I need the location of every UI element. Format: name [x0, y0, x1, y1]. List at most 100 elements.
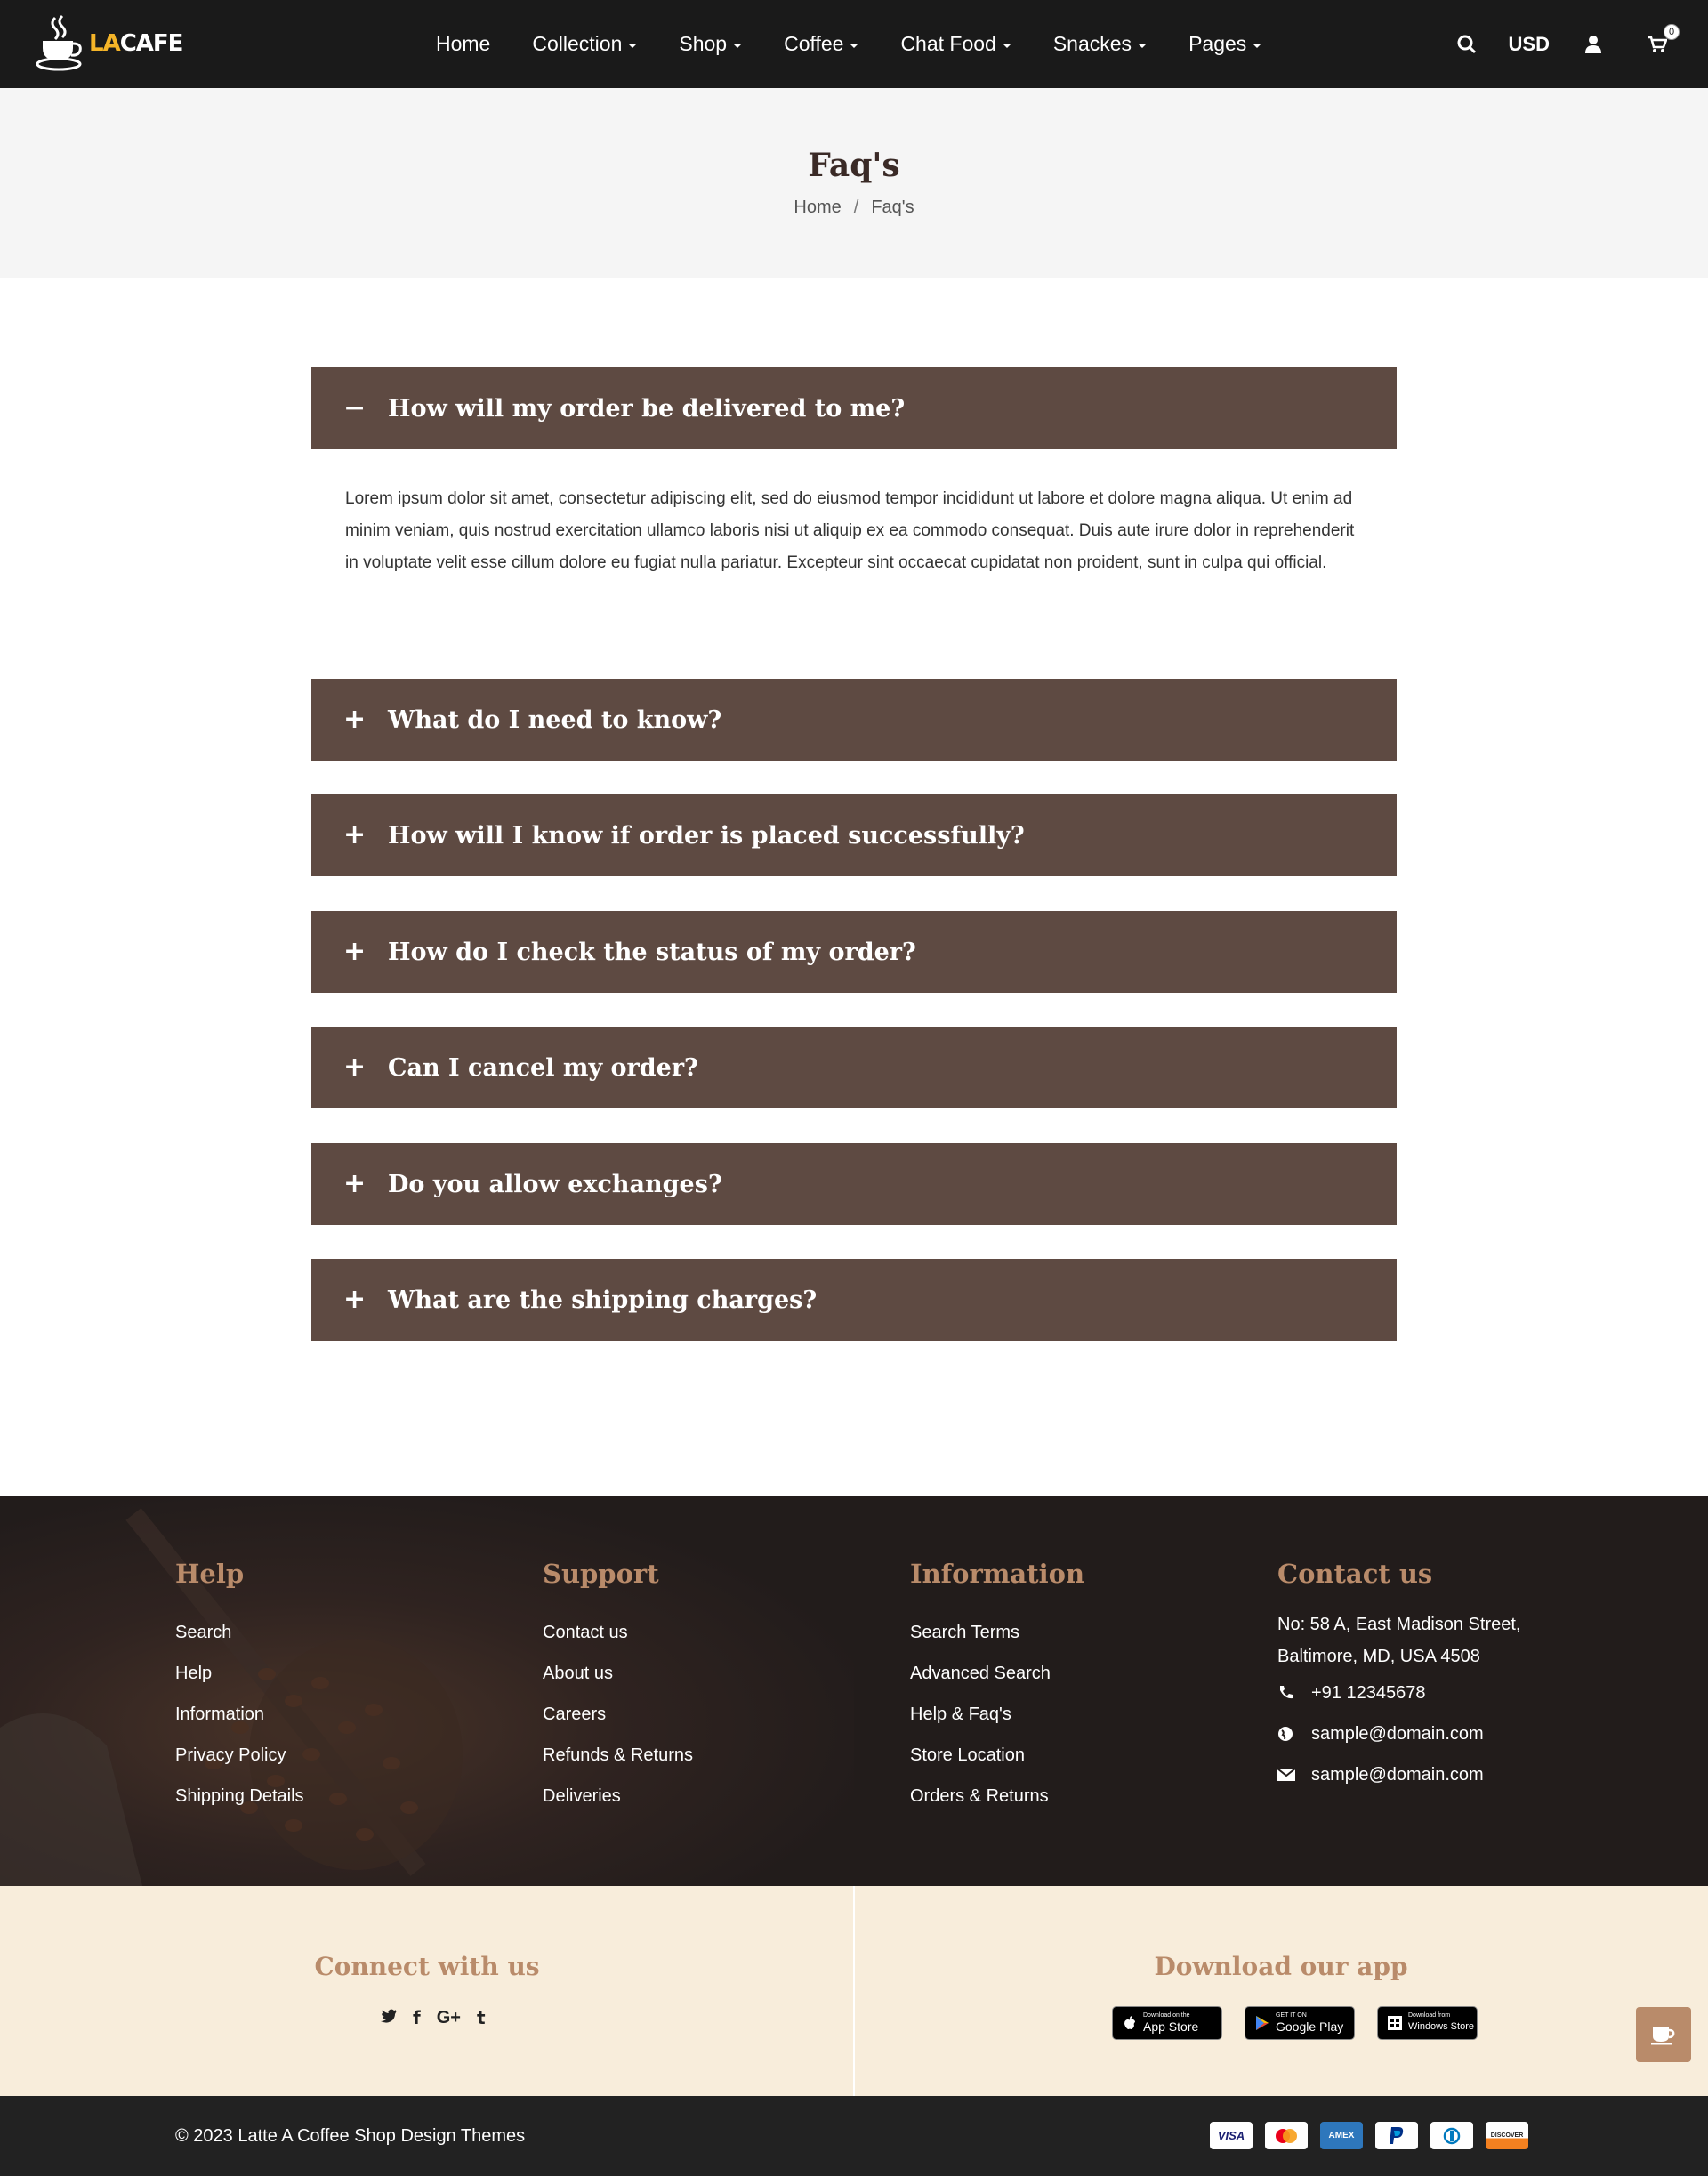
twitter-icon[interactable]: [381, 2008, 397, 2028]
faq-question-toggle[interactable]: + What are the shipping charges?: [311, 1259, 1397, 1341]
coffee-cup-icon: [1651, 2027, 1675, 2045]
footer-support-title: Support: [543, 1559, 659, 1589]
discover-icon: DISCOVER: [1486, 2122, 1528, 2149]
copyright: © 2023 Latte A Coffee Shop Design Themes: [175, 2126, 526, 2146]
footer-link[interactable]: Refunds & Returns: [543, 1735, 693, 1776]
nav-chat-food[interactable]: Chat Food: [900, 32, 1011, 56]
faq-item: + What are the shipping charges?: [311, 1259, 1397, 1341]
footer-link[interactable]: Deliveries: [543, 1776, 693, 1817]
header-actions: USD 0: [1455, 0, 1708, 88]
plus-icon: +: [343, 704, 367, 735]
google-play-small: GET IT ON: [1276, 2012, 1307, 2019]
chevron-down-icon: [1138, 44, 1148, 48]
footer-link[interactable]: Advanced Search: [910, 1653, 1084, 1694]
footer-link[interactable]: Help: [175, 1653, 304, 1694]
windows-store-badge[interactable]: Download from Windows Store: [1377, 2006, 1478, 2040]
faq-question: What are the shipping charges?: [388, 1285, 818, 1314]
plus-icon: +: [343, 1052, 367, 1083]
faq-question-toggle[interactable]: − How will my order be delivered to me?: [311, 367, 1397, 449]
apple-icon: [1124, 2016, 1135, 2029]
coffee-cup-logo-icon: [36, 14, 82, 71]
faq-question: Can I cancel my order?: [388, 1053, 698, 1082]
plus-icon: +: [343, 819, 367, 850]
page-title: Faq's: [808, 147, 900, 184]
contact-email-text: sample@domain.com: [1311, 1764, 1484, 1785]
windows-store-big: Windows Store: [1408, 2021, 1474, 2032]
plus-icon: +: [343, 1284, 367, 1315]
faq-question-toggle[interactable]: + How will I know if order is placed suc…: [311, 794, 1397, 876]
footer-link[interactable]: Help & Faq's: [910, 1694, 1084, 1735]
app-store-badge[interactable]: Download on the App Store: [1112, 2006, 1222, 2040]
logo-text-cafe: CAFE: [119, 30, 184, 57]
footer-link[interactable]: Careers: [543, 1694, 693, 1735]
nav-label: Collection: [532, 32, 623, 55]
connect-title: Connect with us: [314, 1952, 540, 1981]
footer-link[interactable]: Privacy Policy: [175, 1735, 304, 1776]
chevron-down-icon: [733, 44, 743, 48]
download-title: Download our app: [1154, 1952, 1408, 1981]
cart-icon: [1648, 36, 1667, 52]
faq-question-toggle[interactable]: + What do I need to know?: [311, 679, 1397, 761]
google-play-big: Google Play: [1276, 2019, 1344, 2034]
faq-question-toggle[interactable]: + How do I check the status of my order?: [311, 911, 1397, 993]
footer-link[interactable]: Orders & Returns: [910, 1776, 1084, 1817]
faq-answer: Lorem ipsum dolor sit amet, consectetur …: [345, 489, 1355, 572]
faq-question: How will my order be delivered to me?: [388, 394, 906, 423]
user-icon[interactable]: [1582, 33, 1605, 56]
footer: Help Search Help Information Privacy Pol…: [0, 1496, 1708, 1886]
google-play-badge[interactable]: GET IT ON Google Play: [1245, 2006, 1355, 2040]
footer-link[interactable]: About us: [543, 1653, 693, 1694]
footer-link[interactable]: Contact us: [543, 1612, 693, 1653]
main-nav: Home Collection Shop Coffee Chat Food Sn…: [436, 0, 1303, 88]
cart-button[interactable]: 0: [1646, 23, 1680, 56]
minus-icon: −: [343, 392, 367, 423]
google-plus-icon[interactable]: G+: [437, 2008, 461, 2028]
chevron-down-icon: [1002, 44, 1011, 48]
chevron-down-icon: [850, 44, 859, 48]
nav-label: Home: [436, 32, 491, 55]
nav-pages[interactable]: Pages: [1188, 32, 1262, 56]
bottom-bar: © 2023 Latte A Coffee Shop Design Themes…: [0, 2096, 1708, 2176]
footer-contact-column: Contact us No: 58 A, East Madison Street…: [1277, 1559, 1520, 1795]
envelope-icon: [1277, 1768, 1311, 1782]
faq-question-toggle[interactable]: + Can I cancel my order?: [311, 1027, 1397, 1108]
footer-link[interactable]: Search Terms: [910, 1612, 1084, 1653]
nav-snackes[interactable]: Snackes: [1053, 32, 1148, 56]
footer-link[interactable]: Information: [175, 1694, 304, 1735]
logo-text-la: LA: [89, 30, 121, 57]
facebook-icon[interactable]: f: [413, 2007, 421, 2028]
footer-information-column: Information Search Terms Advanced Search…: [910, 1559, 1084, 1817]
contact-address-line1: No: 58 A, East Madison Street,: [1277, 1615, 1521, 1634]
faq-item: + How will I know if order is placed suc…: [311, 794, 1397, 876]
currency-selector[interactable]: USD: [1509, 33, 1550, 56]
faq-question: What do I need to know?: [388, 705, 722, 734]
nav-coffee[interactable]: Coffee: [784, 32, 859, 56]
faq-question-toggle[interactable]: + Do you allow exchanges?: [311, 1143, 1397, 1225]
footer-link[interactable]: Shipping Details: [175, 1776, 304, 1817]
app-store-big: App Store: [1143, 2019, 1199, 2034]
nav-home[interactable]: Home: [436, 32, 490, 56]
nav-label: Chat Food: [900, 32, 996, 55]
payment-icons: VISA AMEX DISCOVER: [1210, 2122, 1528, 2149]
breadcrumb-home[interactable]: Home: [794, 197, 841, 217]
footer-link[interactable]: Search: [175, 1612, 304, 1653]
search-icon[interactable]: [1455, 33, 1478, 56]
connect-download-band: Connect with us f G+ t Download our app …: [0, 1886, 1708, 2096]
page-header: Faq's Home / Faq's: [0, 88, 1708, 278]
tumblr-icon[interactable]: t: [477, 2007, 486, 2028]
footer-link[interactable]: Store Location: [910, 1735, 1084, 1776]
nav-label: Pages: [1188, 32, 1247, 55]
contact-phone[interactable]: +91 12345678: [1277, 1672, 1520, 1713]
visa-icon: VISA: [1210, 2122, 1253, 2149]
nav-shop[interactable]: Shop: [679, 32, 743, 56]
amex-icon: AMEX: [1320, 2122, 1363, 2149]
contact-phone-text: +91 12345678: [1311, 1682, 1426, 1703]
floating-coffee-button[interactable]: [1636, 2007, 1691, 2062]
nav-collection[interactable]: Collection: [532, 32, 638, 56]
header: LACAFE Home Collection Shop Coffee Chat …: [0, 0, 1708, 88]
breadcrumb: Home / Faq's: [0, 197, 1708, 218]
contact-email[interactable]: sample@domain.com: [1277, 1754, 1520, 1795]
logo[interactable]: LACAFE: [36, 14, 184, 73]
contact-web[interactable]: sample@domain.com: [1277, 1713, 1520, 1754]
diners-club-icon: [1430, 2122, 1473, 2149]
